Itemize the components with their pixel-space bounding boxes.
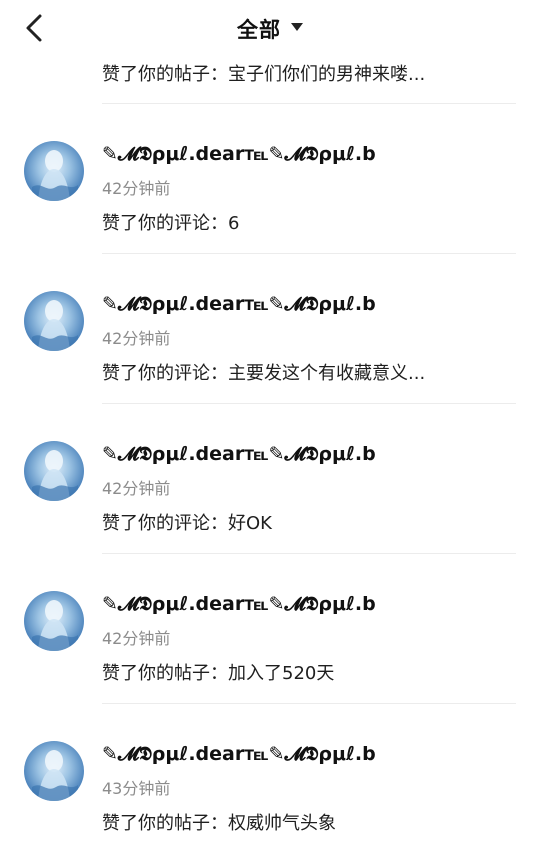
notification-action-text[interactable]: 赞了你的帖子：权威帅气头象: [102, 809, 336, 835]
notification-action-text[interactable]: 赞了你的评论：好OK: [102, 509, 272, 535]
notification-item[interactable]: ✎𝓜𝕯ρμℓ.dear℡✎𝓜𝕯ρμℓ.b 42分钟前 赞了你的帖子：加入了520…: [0, 554, 540, 704]
notification-item[interactable]: ✎𝓜𝕯ρμℓ.dear℡✎𝓜𝕯ρμℓ.b 43分钟前 赞了你的帖子：权威帅气头象: [0, 704, 540, 854]
timestamp: 42分钟前: [102, 329, 171, 348]
user-name[interactable]: ✎𝓜𝕯ρμℓ.dear℡✎𝓜𝕯ρμℓ.b: [102, 143, 376, 165]
notification-action-text[interactable]: 赞了你的帖子：宝子们你们的男神来喽...: [102, 60, 425, 86]
notification-item[interactable]: ✎𝓜𝕯ρμℓ.dear℡✎𝓜𝕯ρμℓ.b 42分钟前 赞了你的评论：好OK: [0, 404, 540, 554]
avatar-image-icon: [32, 600, 78, 651]
caret-down-icon: [291, 23, 303, 31]
timestamp: 42分钟前: [102, 479, 171, 498]
notification-item[interactable]: ✎𝓜𝕯ρμℓ.dear℡✎𝓜𝕯ρμℓ.b 42分钟前 赞了你的评论：6: [0, 104, 540, 254]
notification-action-text[interactable]: 赞了你的评论：6: [102, 209, 239, 235]
avatar-image-icon: [32, 150, 78, 201]
user-name[interactable]: ✎𝓜𝕯ρμℓ.dear℡✎𝓜𝕯ρμℓ.b: [102, 443, 376, 465]
avatar[interactable]: [24, 141, 84, 201]
avatar[interactable]: [24, 741, 84, 801]
avatar[interactable]: [24, 291, 84, 351]
page-title: 全部: [237, 18, 281, 42]
avatar[interactable]: [24, 591, 84, 651]
user-name[interactable]: ✎𝓜𝕯ρμℓ.dear℡✎𝓜𝕯ρμℓ.b: [102, 593, 376, 615]
user-name[interactable]: ✎𝓜𝕯ρμℓ.dear℡✎𝓜𝕯ρμℓ.b: [102, 743, 376, 765]
avatar-image-icon: [32, 300, 78, 351]
filter-dropdown[interactable]: 全部: [0, 14, 540, 44]
avatar[interactable]: [24, 441, 84, 501]
user-name[interactable]: ✎𝓜𝕯ρμℓ.dear℡✎𝓜𝕯ρμℓ.b: [102, 293, 376, 315]
timestamp: 42分钟前: [102, 629, 171, 648]
avatar-image-icon: [32, 750, 78, 801]
notification-action-text[interactable]: 赞了你的评论：主要发这个有收藏意义...: [102, 359, 425, 385]
avatar-image-icon: [32, 450, 78, 501]
notification-action-text[interactable]: 赞了你的帖子：加入了520天: [102, 659, 334, 685]
header-bar: 全部: [0, 0, 540, 60]
notification-item[interactable]: ✎𝓜𝕯ρμℓ.dear℡✎𝓜𝕯ρμℓ.b 42分钟前 赞了你的评论：主要发这个有…: [0, 254, 540, 404]
timestamp: 42分钟前: [102, 179, 171, 198]
timestamp: 43分钟前: [102, 779, 171, 798]
